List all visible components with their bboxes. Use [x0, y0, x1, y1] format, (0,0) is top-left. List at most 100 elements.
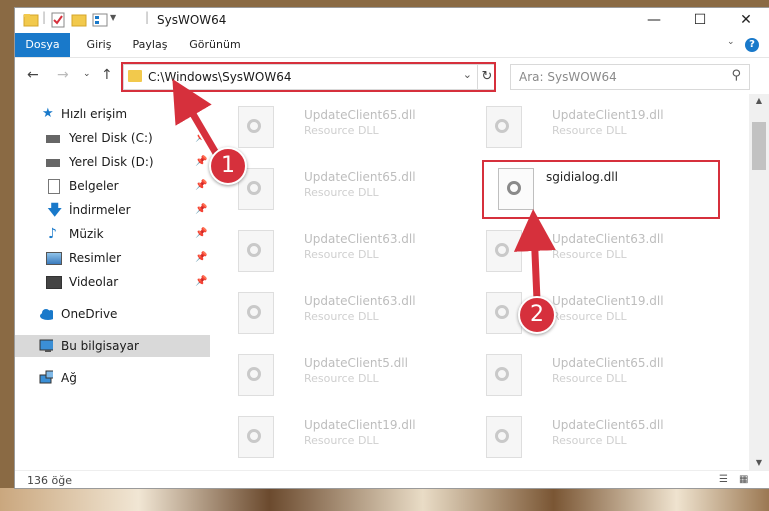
file-name: UpdateClient63.dll [304, 232, 416, 246]
minimize-button[interactable]: — [631, 8, 677, 33]
drive-icon [46, 135, 60, 143]
dll-file-icon [238, 230, 274, 272]
pin-icon[interactable]: 📌 [195, 247, 207, 269]
sidebar-item-downloads[interactable]: 🡇 İndirmeler 📌 [15, 199, 210, 221]
tab-share[interactable]: Paylaş [128, 33, 172, 57]
file-type: Resource DLL [552, 434, 627, 447]
search-input[interactable]: Ara: SysWOW64 ⚲ [510, 64, 750, 90]
tab-view[interactable]: Görünüm [185, 33, 245, 57]
file-item[interactable]: UpdateClient63.dll Resource DLL [478, 224, 718, 284]
details-view-icon[interactable]: ☰ [719, 474, 731, 486]
file-item[interactable]: UpdateClient65.dll Resource DLL [230, 100, 470, 160]
help-icon[interactable]: ? [745, 38, 759, 52]
scroll-thumb[interactable] [752, 122, 766, 170]
pin-icon[interactable]: 📌 [195, 271, 207, 293]
sidebar-item-label: İndirmeler [69, 203, 131, 217]
customize-toolbar-icon[interactable] [92, 12, 108, 28]
file-name: UpdateClient65.dll [304, 170, 416, 184]
sidebar-item-this-pc[interactable]: Bu bilgisayar [15, 335, 210, 357]
recent-locations-icon[interactable]: ⌄ [83, 69, 91, 79]
star-icon: ★ [42, 106, 54, 121]
sidebar-item-label: Videolar [69, 275, 119, 289]
tab-file[interactable]: Dosya [15, 33, 70, 57]
file-type: Resource DLL [304, 310, 379, 323]
toolbar-separator: | [145, 10, 150, 24]
back-arrow-icon[interactable]: ← [27, 67, 39, 83]
computer-icon [39, 339, 53, 352]
file-item[interactable]: UpdateClient19.dll Resource DLL [230, 410, 470, 470]
sidebar-item-label: Hızlı erişim [61, 107, 128, 121]
file-name: UpdateClient5.dll [304, 356, 408, 370]
pin-icon[interactable]: 📌 [195, 175, 207, 197]
sidebar-item-network[interactable]: Ağ [15, 367, 210, 389]
sidebar-item-label: Belgeler [69, 179, 119, 193]
pin-icon[interactable]: 📌 [195, 199, 207, 221]
music-note-icon: ♪ [48, 226, 57, 242]
sidebar-item-music[interactable]: ♪ Müzik 📌 [15, 223, 210, 245]
vertical-scrollbar[interactable]: ▲ ▼ [749, 94, 769, 470]
chevron-down-icon[interactable]: ▼ [110, 13, 116, 29]
sidebar-item-label: Müzik [69, 227, 104, 241]
file-type: Resource DLL [552, 310, 627, 323]
file-name: UpdateClient65.dll [552, 356, 664, 370]
search-icon: ⚲ [731, 68, 741, 83]
close-button[interactable]: ✕ [723, 8, 769, 33]
step-2-badge: 2 [518, 296, 556, 334]
file-item[interactable]: UpdateClient65.dll Resource DLL [230, 162, 470, 222]
file-type: Resource DLL [304, 186, 379, 199]
picture-icon [46, 252, 62, 265]
network-icon [39, 370, 53, 384]
scroll-down-icon[interactable]: ▼ [749, 458, 769, 467]
search-placeholder: Ara: SysWOW64 [519, 70, 617, 84]
selected-file-highlight [482, 160, 720, 219]
folder-icon[interactable] [23, 12, 39, 28]
status-bar: 136 öğe ☰ ▦ [15, 470, 769, 488]
document-icon [48, 179, 60, 194]
sidebar-item-local-disk-d[interactable]: Yerel Disk (D:) 📌 [15, 151, 210, 173]
file-item[interactable]: UpdateClient5.dll Resource DLL [230, 348, 470, 408]
dll-file-icon [486, 292, 522, 334]
sidebar-item-label: Bu bilgisayar [61, 339, 139, 353]
file-name: UpdateClient65.dll [552, 418, 664, 432]
maximize-button[interactable]: ☐ [677, 8, 723, 33]
file-item[interactable]: UpdateClient63.dll Resource DLL [230, 286, 470, 346]
file-item[interactable]: UpdateClient63.dll Resource DLL [230, 224, 470, 284]
large-icons-view-icon[interactable]: ▦ [739, 474, 751, 486]
properties-icon[interactable] [50, 12, 66, 28]
sidebar-item-label: OneDrive [61, 307, 118, 321]
sidebar-item-label: Resimler [69, 251, 122, 265]
dll-file-icon [238, 106, 274, 148]
forward-arrow-icon[interactable]: → [57, 67, 69, 83]
file-item[interactable]: UpdateClient19.dll Resource DLL [478, 100, 718, 160]
file-type: Resource DLL [552, 248, 627, 261]
window-title: SysWOW64 [157, 13, 227, 27]
sidebar-item-documents[interactable]: Belgeler 📌 [15, 175, 210, 197]
pin-icon[interactable]: 📌 [195, 151, 207, 173]
address-highlight [121, 62, 496, 92]
desktop-background [0, 488, 769, 511]
file-item[interactable]: UpdateClient65.dll Resource DLL [478, 348, 718, 408]
file-type: Resource DLL [304, 124, 379, 137]
file-item[interactable]: UpdateClient19.dll Resource DLL [478, 286, 718, 346]
pin-icon[interactable]: 📌 [195, 127, 207, 149]
title-bar: | ▼ | SysWOW64 — ☐ ✕ [15, 8, 769, 33]
file-type: Resource DLL [304, 372, 379, 385]
sidebar-item-onedrive[interactable]: OneDrive [15, 303, 210, 325]
sidebar-item-videos[interactable]: Videolar 📌 [15, 271, 210, 293]
navigation-bar: ← → ⌄ ↑ C:\Windows\SysWOW64 ⌄ ↻ Ara: Sys… [15, 58, 769, 94]
file-type: Resource DLL [304, 434, 379, 447]
sidebar-item-pictures[interactable]: Resimler 📌 [15, 247, 210, 269]
sidebar-item-quick-access[interactable]: ★ Hızlı erişim [15, 103, 210, 125]
up-arrow-icon[interactable]: ↑ [101, 67, 113, 83]
pin-icon[interactable]: 📌 [195, 223, 207, 245]
film-icon [46, 276, 62, 289]
file-type: Resource DLL [552, 372, 627, 385]
sidebar-item-local-disk-c[interactable]: Yerel Disk (C:) 📌 [15, 127, 210, 149]
file-item[interactable]: UpdateClient65.dll Resource DLL [478, 410, 718, 470]
tab-home[interactable]: Giriş [79, 33, 119, 57]
new-folder-icon[interactable] [71, 12, 87, 28]
expand-ribbon-icon[interactable]: ⌄ [727, 37, 735, 47]
navigation-pane: ★ Hızlı erişim Yerel Disk (C:) 📌 Yerel D… [15, 94, 210, 470]
scroll-up-icon[interactable]: ▲ [749, 96, 769, 105]
dll-file-icon [238, 416, 274, 458]
